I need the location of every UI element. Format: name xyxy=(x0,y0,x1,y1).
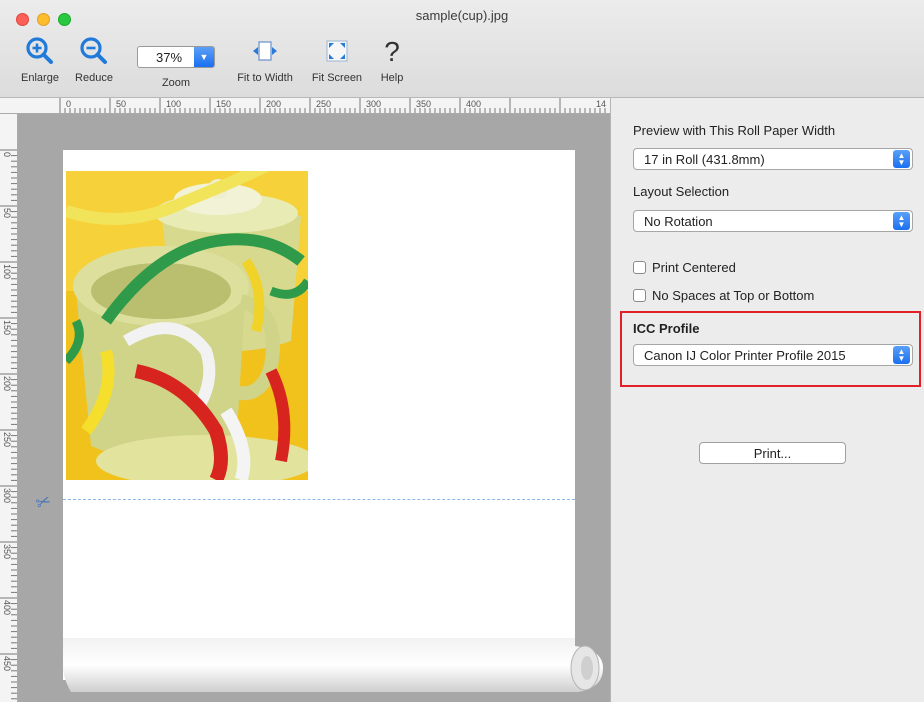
print-centered-label: Print Centered xyxy=(652,260,736,275)
paper-width-label: Preview with This Roll Paper Width xyxy=(633,123,836,138)
checkbox-box[interactable] xyxy=(633,289,646,302)
print-centered-checkbox[interactable]: Print Centered xyxy=(633,260,736,275)
up-down-arrows-icon: ▲ ▼ xyxy=(893,212,910,230)
ruler-v-label: 150 xyxy=(2,320,12,336)
layout-selection-value: No Rotation xyxy=(644,213,713,229)
ruler-h-label: 50 xyxy=(116,99,127,109)
paper-width-value: 17 in Roll (431.8mm) xyxy=(644,151,765,167)
ruler-h-label: 0 xyxy=(66,99,72,109)
roll-paper xyxy=(63,150,575,680)
fit-screen-button[interactable]: Fit Screen xyxy=(305,34,369,84)
print-button[interactable]: Print... xyxy=(699,442,846,464)
help-button[interactable]: ? Help xyxy=(372,34,412,84)
print-preview-area[interactable]: ✂ xyxy=(18,114,610,702)
ruler-h-label: 200 xyxy=(266,99,282,109)
zoom-value: 37% xyxy=(155,49,183,65)
ruler-h-label: 150 xyxy=(216,99,232,109)
ruler-v-label: 450 xyxy=(2,656,12,672)
ruler-h-label: 400 xyxy=(466,99,482,109)
window-chrome: sample(cup).jpg Enlarge Reduce 37% ▼ Zoo… xyxy=(0,0,924,98)
reduce-label: Reduce xyxy=(75,72,113,84)
vertical-ruler: 0 50 100 150 200 250 300 350 400 450 xyxy=(0,114,18,702)
horizontal-ruler-ticks xyxy=(59,98,606,113)
scissors-icon: ✂ xyxy=(32,490,54,515)
checkbox-box[interactable] xyxy=(633,261,646,274)
ruler-v-label: 400 xyxy=(2,600,12,616)
enlarge-button[interactable]: Enlarge xyxy=(14,34,66,84)
preview-image[interactable] xyxy=(66,171,308,480)
ruler-v-label: 250 xyxy=(2,432,12,448)
reduce-button[interactable]: Reduce xyxy=(68,34,120,84)
chevron-down-icon: ▼ xyxy=(194,47,214,67)
layout-selection-select[interactable]: No Rotation ▲ ▼ xyxy=(633,210,913,232)
fit-screen-icon xyxy=(326,40,348,62)
ruler-v-label: 350 xyxy=(2,544,12,560)
ruler-h-label: 350 xyxy=(416,99,432,109)
icc-profile-label: ICC Profile xyxy=(633,321,700,336)
enlarge-label: Enlarge xyxy=(21,72,59,84)
up-down-arrows-icon: ▲ ▼ xyxy=(893,150,910,168)
svg-text:?: ? xyxy=(384,36,400,67)
zoom-label: Zoom xyxy=(161,77,191,89)
fit-width-label: Fit to Width xyxy=(237,72,293,84)
fit-width-icon xyxy=(253,41,277,61)
paper-roll xyxy=(63,638,603,692)
ruler-v-label: 100 xyxy=(2,264,12,280)
up-down-arrows-icon: ▲ ▼ xyxy=(893,346,910,364)
zoom-control: 37% ▼ Zoom xyxy=(134,40,218,89)
ruler-h-label: 300 xyxy=(366,99,382,109)
fit-screen-label: Fit Screen xyxy=(311,72,363,84)
paper-width-select[interactable]: 17 in Roll (431.8mm) ▲ ▼ xyxy=(633,148,913,170)
zoom-in-icon xyxy=(26,37,53,64)
settings-panel: Preview with This Roll Paper Width 17 in… xyxy=(610,98,924,702)
cup-photo xyxy=(66,171,308,480)
fit-width-button[interactable]: Fit to Width xyxy=(228,34,302,84)
ruler-v-label: 200 xyxy=(2,376,12,392)
no-spaces-checkbox[interactable]: No Spaces at Top or Bottom xyxy=(633,288,814,303)
horizontal-ruler: 0 50 100 150 200 250 300 350 400 14 xyxy=(0,98,610,114)
zoom-select[interactable]: 37% ▼ xyxy=(137,46,215,68)
ruler-h-label: 14 xyxy=(596,99,607,109)
ruler-h-label: 100 xyxy=(166,99,182,109)
layout-selection-label: Layout Selection xyxy=(633,184,730,199)
ruler-v-label: 300 xyxy=(2,488,12,504)
cut-line xyxy=(63,499,575,500)
no-spaces-label: No Spaces at Top or Bottom xyxy=(652,288,815,303)
help-label: Help xyxy=(380,72,404,84)
ruler-v-label: 0 xyxy=(2,152,12,158)
zoom-out-icon xyxy=(80,37,107,64)
window-title: sample(cup).jpg xyxy=(415,8,509,23)
ruler-h-label: 250 xyxy=(316,99,332,109)
ruler-v-label: 50 xyxy=(2,208,12,219)
icc-profile-value: Canon IJ Color Printer Profile 2015 xyxy=(644,347,846,363)
help-icon: ? xyxy=(384,36,400,67)
icc-profile-select[interactable]: Canon IJ Color Printer Profile 2015 ▲ ▼ xyxy=(633,344,913,366)
